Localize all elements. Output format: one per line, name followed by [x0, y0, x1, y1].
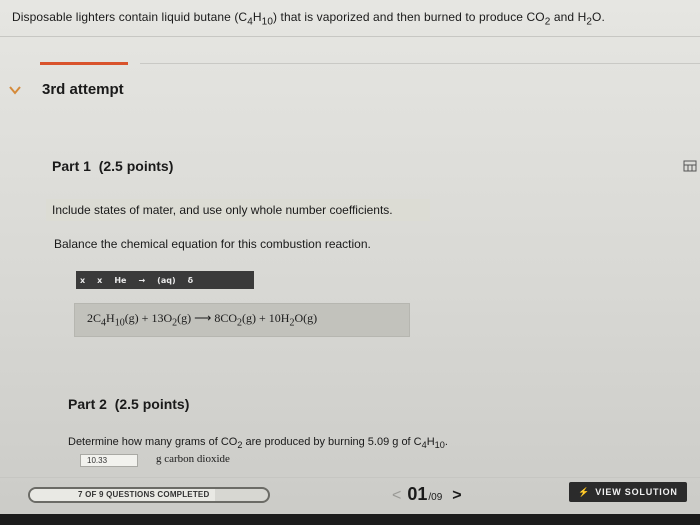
part1-hint: Include states of mater, and use only wh…	[46, 199, 430, 221]
answer-input[interactable]: 10.33	[80, 454, 138, 467]
part2-title: Part 2 (2.5 points)	[68, 396, 190, 412]
attempt-label[interactable]: 3rd attempt	[42, 81, 124, 98]
answer-unit: g carbon dioxide	[156, 453, 230, 465]
toolbar-button-superscript[interactable]: x	[97, 276, 102, 285]
toolbar-button-arrow[interactable]: →	[138, 276, 145, 285]
toolbar-button-state[interactable]: (aq)	[157, 276, 175, 285]
lightning-icon: ⚡	[578, 486, 591, 497]
next-question-button[interactable]: >	[452, 487, 461, 505]
balanced-equation: 2C4H10(g) + 13O2(g) ⟶ 8CO2(g) + 10H2O(g)	[87, 311, 318, 329]
total-questions: /09	[428, 492, 443, 503]
progress-bar[interactable]: 7 OF 9 QUESTIONS COMPLETED	[28, 487, 270, 503]
attempt-divider	[140, 63, 700, 64]
active-attempt-indicator	[40, 62, 128, 65]
footer-divider	[0, 477, 700, 478]
equation-input[interactable]: 2C4H10(g) + 13O2(g) ⟶ 8CO2(g) + 10H2O(g)	[74, 303, 410, 337]
current-question-number: 01	[407, 484, 428, 504]
prev-question-button[interactable]: <	[392, 487, 401, 505]
view-solution-button[interactable]: ⚡ VIEW SOLUTION	[569, 482, 687, 502]
question-text: Disposable lighters contain liquid butan…	[12, 10, 605, 28]
calculator-icon[interactable]	[683, 160, 697, 172]
bottom-bar	[0, 514, 700, 525]
view-solution-label: VIEW SOLUTION	[595, 487, 678, 497]
part1-title: Part 1 (2.5 points)	[52, 158, 174, 174]
top-divider	[0, 36, 700, 37]
chevron-down-icon[interactable]	[8, 84, 22, 96]
part1-instruction: Balance the chemical equation for this c…	[54, 237, 371, 251]
part2-question: Determine how many grams of CO2 are prod…	[68, 436, 448, 451]
toolbar-button-delta[interactable]: δ	[188, 276, 194, 285]
question-pager: < 01 /09 >	[392, 484, 462, 505]
equation-toolbar: x x He → (aq) δ	[76, 271, 254, 289]
toolbar-button-subscript[interactable]: x	[80, 276, 85, 285]
toolbar-button-element[interactable]: He	[114, 276, 126, 285]
progress-label: 7 OF 9 QUESTIONS COMPLETED	[78, 490, 210, 499]
